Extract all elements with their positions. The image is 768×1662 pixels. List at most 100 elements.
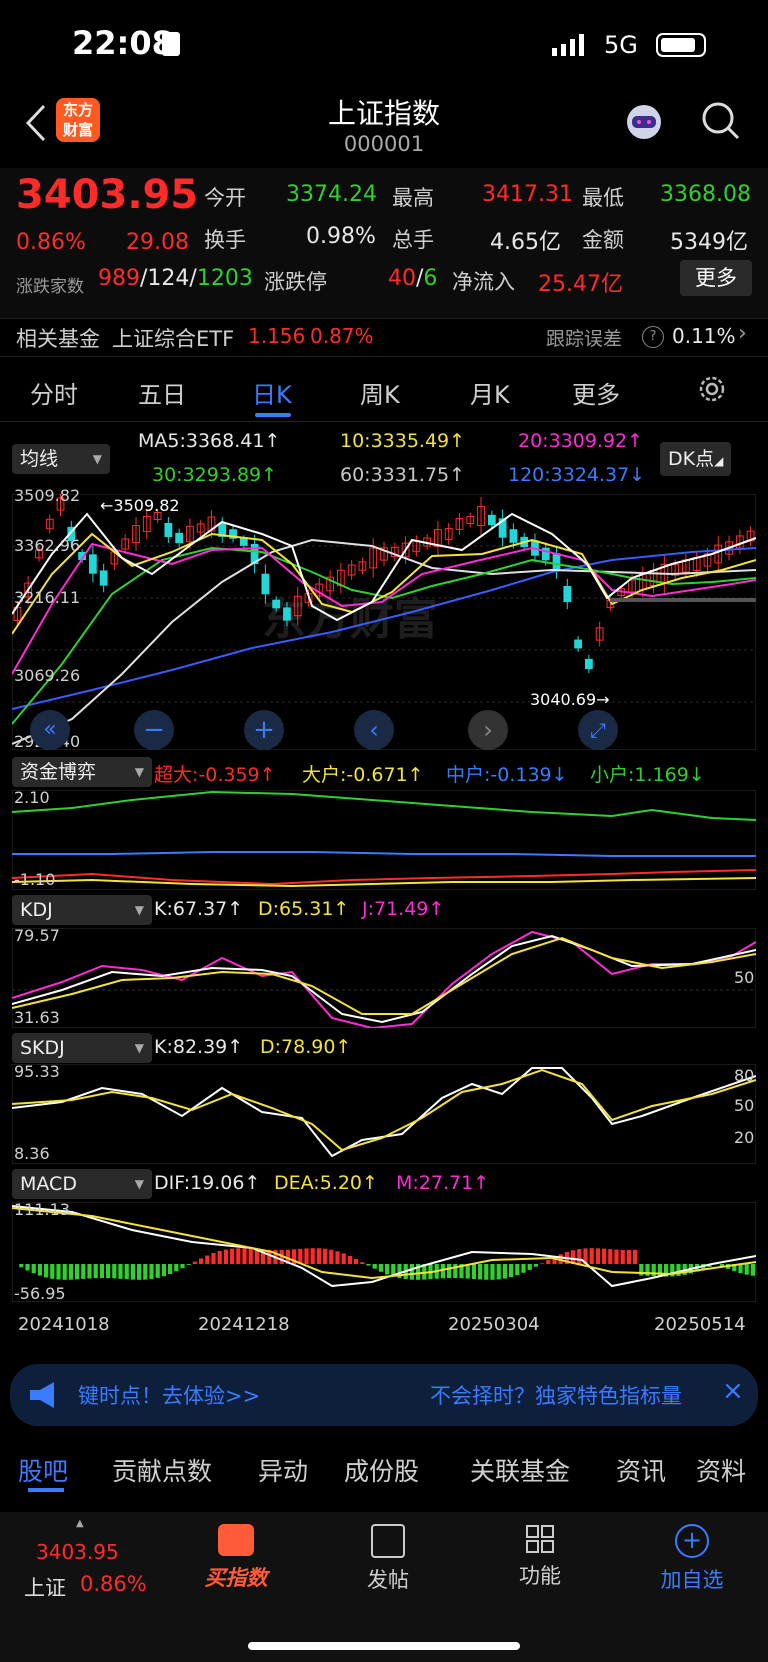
scroll-right-button[interactable]: ›	[468, 710, 508, 750]
macd-bar	[106, 1264, 111, 1279]
breadth-label: 涨跌家数	[16, 277, 84, 297]
candle	[487, 514, 496, 526]
macd-bar	[242, 1248, 247, 1264]
ma10-label: 10:3335.49↑	[340, 430, 466, 452]
candle	[574, 639, 582, 649]
kdj-y-bottom: 31.63	[14, 1008, 60, 1027]
date-label-3: 20250304	[448, 1314, 540, 1335]
fund-flow-y-top: 2.10	[14, 788, 50, 807]
low-label: 最低	[582, 186, 624, 210]
macd-bar	[223, 1249, 228, 1264]
tab-related-funds[interactable]: 关联基金	[470, 1452, 570, 1488]
dk-point-button[interactable]: DK点◢	[660, 442, 732, 476]
skdj-chart: 95.33 8.36 80 50 20	[11, 1062, 757, 1165]
tab-monthly-k[interactable]: 月K	[470, 375, 510, 410]
tab-movements[interactable]: 异动	[258, 1452, 308, 1488]
settings-gear-icon[interactable]	[696, 373, 728, 409]
tab-news[interactable]: 资讯	[616, 1452, 666, 1488]
macd-bar	[192, 1261, 197, 1264]
tab-constituents[interactable]: 成份股	[344, 1452, 419, 1488]
change-percent: 0.86%	[16, 230, 86, 255]
candle	[283, 607, 291, 621]
y-label-2: 3362.96	[14, 536, 81, 555]
macd-bar	[75, 1264, 80, 1280]
macd-bar	[546, 1260, 551, 1264]
help-icon[interactable]: ?	[642, 326, 664, 348]
period-tabs: 分时 五日 日K 周K 月K 更多	[0, 356, 768, 422]
macd-select[interactable]: MACD ▼	[12, 1169, 152, 1199]
tab-daily-k[interactable]: 日K	[252, 375, 292, 410]
zoom-out-button[interactable]: −	[134, 710, 174, 750]
promo-banner[interactable]: 键时点！去体验>> 不会择时？独家特色指标量 ×	[10, 1364, 758, 1426]
macd-bar	[304, 1248, 309, 1264]
candle	[239, 538, 248, 546]
tab-contribution[interactable]: 贡献点数	[112, 1452, 212, 1488]
macd-bar	[316, 1248, 321, 1264]
buy-index-button[interactable]: 买指数	[200, 1524, 272, 1592]
tab-weekly-k[interactable]: 周K	[360, 375, 400, 410]
skdj-y-bottom: 8.36	[14, 1144, 50, 1163]
info-tabs: 股吧 贡献点数 异动 成份股 关联基金 资讯 资料	[0, 1440, 768, 1500]
macd-bar	[595, 1248, 600, 1264]
scroll-left-button[interactable]: ‹	[354, 710, 394, 750]
fullscreen-button[interactable]: ⤢	[578, 710, 618, 750]
robot-assistant-icon[interactable]	[622, 100, 666, 148]
zoom-in-button[interactable]: +	[244, 710, 284, 750]
low-value: 3368.08	[660, 182, 751, 207]
plus-circle-icon: +	[675, 1524, 709, 1558]
skdj-y-80: 80	[734, 1066, 755, 1085]
macd-bar	[149, 1264, 154, 1280]
banner-right-text: 不会择时？独家特色指标量	[430, 1384, 682, 1408]
tab-five-day[interactable]: 五日	[138, 375, 186, 410]
mini-quote[interactable]: ▲ 3403.95 上证 0.86%	[24, 1518, 164, 1604]
skdj-select[interactable]: SKDJ ▼	[12, 1033, 152, 1063]
banner-close-icon[interactable]: ×	[722, 1376, 744, 1406]
change-value: 29.08	[126, 230, 189, 255]
kdj-select[interactable]: KDJ ▼	[12, 895, 152, 925]
macd-bar	[112, 1264, 117, 1279]
fund-flow-select[interactable]: 资金博弈 ▼	[12, 757, 152, 787]
post-button[interactable]: 发帖	[352, 1524, 424, 1594]
macd-bar	[744, 1264, 749, 1275]
macd-bar	[323, 1248, 328, 1264]
scroll-left-fast-button[interactable]: «	[30, 710, 70, 750]
macd-bar	[490, 1264, 495, 1280]
tab-more[interactable]: 更多	[572, 375, 620, 410]
mini-name: 上证	[24, 1576, 66, 1600]
macd-bar	[180, 1264, 185, 1269]
volume-label: 总手	[392, 228, 434, 252]
kdj-chart: 79.57 31.63 50	[11, 926, 757, 1030]
macd-bar	[230, 1248, 235, 1264]
date-label-4: 20250514	[654, 1314, 746, 1335]
add-watchlist-button[interactable]: + 加自选	[652, 1524, 732, 1594]
search-icon[interactable]	[700, 100, 742, 146]
y-label-4: 3069.26	[14, 666, 81, 685]
inflow-label: 净流入	[452, 270, 515, 294]
candle	[272, 599, 281, 609]
kline-chart[interactable]: 东方财富 3509.82 3362.96 3216.11 3069.26 292…	[11, 473, 757, 751]
tab-guba[interactable]: 股吧	[18, 1452, 68, 1488]
macd-bar	[515, 1264, 520, 1276]
header: 东方 财富 上证指数 000001	[0, 80, 768, 168]
tab-intraday[interactable]: 分时	[30, 375, 78, 410]
macd-bar	[341, 1253, 346, 1264]
tab-profile[interactable]: 资料	[696, 1452, 746, 1488]
macd-bar	[484, 1264, 489, 1280]
battery-icon	[656, 33, 706, 57]
macd-bar	[540, 1263, 545, 1264]
skdj-y-20: 20	[734, 1128, 755, 1147]
related-fund-row[interactable]: 相关基金 上证综合ETF 1.156 0.87% 跟踪误差 ? 0.11% ›	[0, 318, 768, 355]
macd-bar	[608, 1249, 613, 1264]
macd-bar	[347, 1255, 352, 1264]
date-axis: 20241018 20241218 20250304 20250514	[12, 1310, 756, 1340]
candle	[552, 553, 561, 571]
function-button[interactable]: 功能	[504, 1524, 576, 1590]
macd-bar	[211, 1252, 216, 1264]
active-tab-indicator	[255, 413, 291, 417]
candle	[175, 532, 184, 544]
macd-bar	[366, 1264, 371, 1266]
ma-select[interactable]: 均线 ▼	[12, 444, 110, 474]
ma5-label: MA5:3368.41↑	[138, 430, 281, 452]
more-button[interactable]: 更多	[680, 260, 752, 296]
macd-bar	[385, 1264, 390, 1275]
